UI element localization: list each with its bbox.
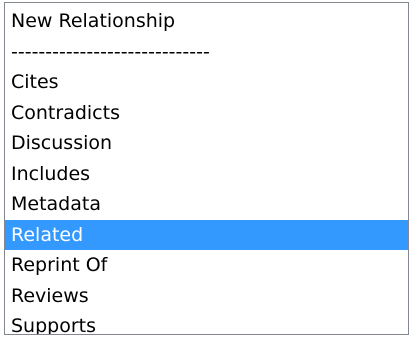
option-cites[interactable]: Cites xyxy=(5,67,408,98)
relationship-listbox[interactable]: New Relationship -----------------------… xyxy=(4,2,409,335)
option-includes[interactable]: Includes xyxy=(5,159,408,190)
option-supports[interactable]: Supports xyxy=(5,311,408,334)
option-related[interactable]: Related xyxy=(5,219,408,250)
option-contradicts[interactable]: Contradicts xyxy=(5,98,408,129)
option-reviews[interactable]: Reviews xyxy=(5,281,408,312)
option-metadata[interactable]: Metadata xyxy=(5,189,408,220)
option-reprint-of[interactable]: Reprint Of xyxy=(5,250,408,281)
option-separator[interactable]: ----------------------------- xyxy=(5,37,408,68)
option-discussion[interactable]: Discussion xyxy=(5,128,408,159)
option-new-relationship[interactable]: New Relationship xyxy=(5,6,408,37)
